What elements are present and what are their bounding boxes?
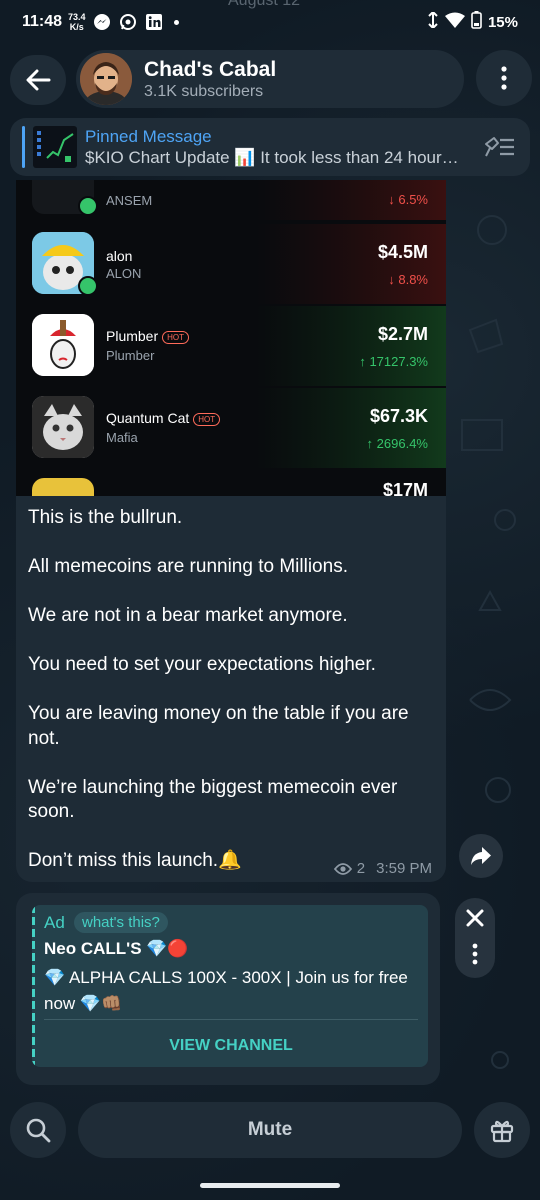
search-icon xyxy=(26,1118,51,1143)
ad-title: Neo CALL'S 💎🔴 xyxy=(44,939,189,958)
message-paragraph: We’re launching the biggest memecoin eve… xyxy=(28,776,398,823)
pinned-label: Pinned Message xyxy=(85,127,212,146)
message-paragraph: You need to set your expectations higher… xyxy=(28,654,376,675)
token-change: ↓ 8.8% xyxy=(388,272,428,287)
token-change-value: 17127.3% xyxy=(369,354,428,369)
token-change: ↑ 17127.3% xyxy=(359,354,428,369)
signal-icon xyxy=(427,10,439,32)
battery-percent: 15% xyxy=(487,13,518,31)
token-ticker: Mafia xyxy=(106,430,138,445)
token-market-cap: $2.7M xyxy=(377,324,428,344)
back-button[interactable] xyxy=(10,55,66,105)
linkedin-icon xyxy=(144,12,164,32)
status-right: 15% xyxy=(427,10,518,33)
ad-whats-this-button[interactable]: what's this? xyxy=(74,912,168,933)
token-name: alon xyxy=(106,248,133,264)
message-text: This is the bullrun. All memecoins are r… xyxy=(28,506,438,882)
token-logo xyxy=(32,396,94,458)
token-change-value: 6.5% xyxy=(398,192,428,207)
status-time: 11:48 xyxy=(22,13,63,30)
channel-message[interactable]: ANSEM ↓ 6.5% alon ALON $4.5M ↓ 8.8% Plum… xyxy=(16,180,446,882)
ad-divider xyxy=(44,1019,418,1020)
token-name: Quantum Cat HOT xyxy=(106,410,221,426)
pinned-preview: $KIO Chart Update 📊 It took less than 24… xyxy=(85,148,459,167)
mute-button[interactable]: Mute xyxy=(78,1102,462,1158)
token-logo xyxy=(32,314,94,376)
wifi-icon xyxy=(444,12,465,32)
pinned-accent-bar xyxy=(22,126,25,168)
share-button[interactable] xyxy=(459,834,503,878)
token-change-value: 8.8% xyxy=(398,272,428,287)
messenger-icon xyxy=(92,12,112,32)
subscriber-count: 3.1K subscribers xyxy=(144,82,264,100)
search-button[interactable] xyxy=(10,1102,66,1158)
token-ticker: ALON xyxy=(106,266,142,281)
status-bar: 11:48 73.4 K/s 15% xyxy=(0,0,540,44)
view-count: 2 xyxy=(356,860,366,877)
ad-more-icon[interactable] xyxy=(463,942,487,966)
views-eye-icon xyxy=(333,862,352,875)
token-ticker: Plumber xyxy=(106,348,155,363)
token-row-partial-bottom: $17M xyxy=(16,470,446,496)
message-time: 3:59 PM xyxy=(376,860,432,877)
home-indicator xyxy=(200,1183,340,1188)
ad-controls xyxy=(455,898,495,978)
token-name-text: Plumber xyxy=(106,328,159,344)
notification-dot xyxy=(173,19,179,25)
sponsored-message[interactable]: Ad what's this? Neo CALL'S 💎🔴 💎 ALPHA CA… xyxy=(16,893,440,1085)
net-speed-value: 73.4 xyxy=(68,12,86,22)
pinned-message-bar[interactable]: Pinned Message $KIO Chart Update 📊 It to… xyxy=(10,118,530,176)
message-paragraph: We are not in a bear market anymore. xyxy=(28,605,348,626)
token-row: alon ALON $4.5M ↓ 8.8% xyxy=(16,224,446,304)
message-paragraph: This is the bullrun. xyxy=(28,507,183,528)
token-logo xyxy=(32,478,94,496)
more-menu-button[interactable] xyxy=(476,50,532,106)
hot-badge: HOT xyxy=(162,330,190,344)
ad-label: Ad xyxy=(44,913,65,932)
verified-badge xyxy=(78,276,98,296)
ad-description: 💎 ALPHA CALLS 100X - 300X | Join us for … xyxy=(44,968,408,1013)
channel-header[interactable]: Chad's Cabal 3.1K subscribers xyxy=(76,50,464,108)
whatsapp-icon xyxy=(118,12,138,32)
pinned-text: Pinned Message $KIO Chart Update 📊 It to… xyxy=(85,126,475,168)
ad-card[interactable]: Ad what's this? Neo CALL'S 💎🔴 💎 ALPHA CA… xyxy=(32,905,428,1067)
token-market-cap: $17M xyxy=(382,480,428,496)
token-market-cap: $4.5M xyxy=(377,242,428,262)
token-change: ↓ 6.5% xyxy=(388,192,428,207)
token-row: Plumber HOT Plumber $2.7M ↑ 17127.3% xyxy=(16,306,446,386)
avatar-illustration xyxy=(80,53,132,105)
message-meta: 2 3:59 PM xyxy=(333,860,432,877)
net-speed-unit: K/s xyxy=(69,22,84,32)
token-market-cap: $67.3K xyxy=(369,406,428,426)
message-photo[interactable]: ANSEM ↓ 6.5% alon ALON $4.5M ↓ 8.8% Plum… xyxy=(16,180,446,496)
message-paragraph: All memecoins are running to Millions. xyxy=(28,556,348,577)
token-row-partial-top: ANSEM ↓ 6.5% xyxy=(16,180,446,220)
ad-accent-stripe xyxy=(32,905,35,1067)
hot-badge: HOT xyxy=(193,412,221,426)
token-ticker: ANSEM xyxy=(106,193,153,208)
channel-title: Chad's Cabal xyxy=(144,57,277,81)
view-channel-button[interactable]: VIEW CHANNEL xyxy=(44,1037,418,1055)
gift-icon xyxy=(490,1120,514,1143)
battery-icon xyxy=(471,11,482,33)
token-row: Quantum Cat HOT Mafia $67.3K ↑ 2696.4% xyxy=(16,388,446,468)
channel-avatar[interactable] xyxy=(80,53,132,105)
verified-badge xyxy=(78,196,98,216)
close-ad-icon[interactable] xyxy=(463,906,487,930)
header-text: Chad's Cabal 3.1K subscribers xyxy=(144,57,276,102)
pinned-thumbnail xyxy=(33,126,77,168)
token-name-text: Quantum Cat xyxy=(106,410,190,426)
forward-icon xyxy=(471,847,491,865)
pinned-list-icon[interactable] xyxy=(484,134,516,160)
gift-button[interactable] xyxy=(474,1102,530,1158)
more-vertical-icon xyxy=(501,66,507,90)
arrow-left-icon xyxy=(26,69,51,91)
token-change: ↑ 2696.4% xyxy=(366,436,428,451)
net-speed: 73.4 K/s xyxy=(68,12,86,32)
message-paragraph: You are leaving money on the table if yo… xyxy=(28,703,409,749)
token-change-value: 2696.4% xyxy=(376,436,428,451)
token-name: Plumber HOT xyxy=(106,328,190,344)
